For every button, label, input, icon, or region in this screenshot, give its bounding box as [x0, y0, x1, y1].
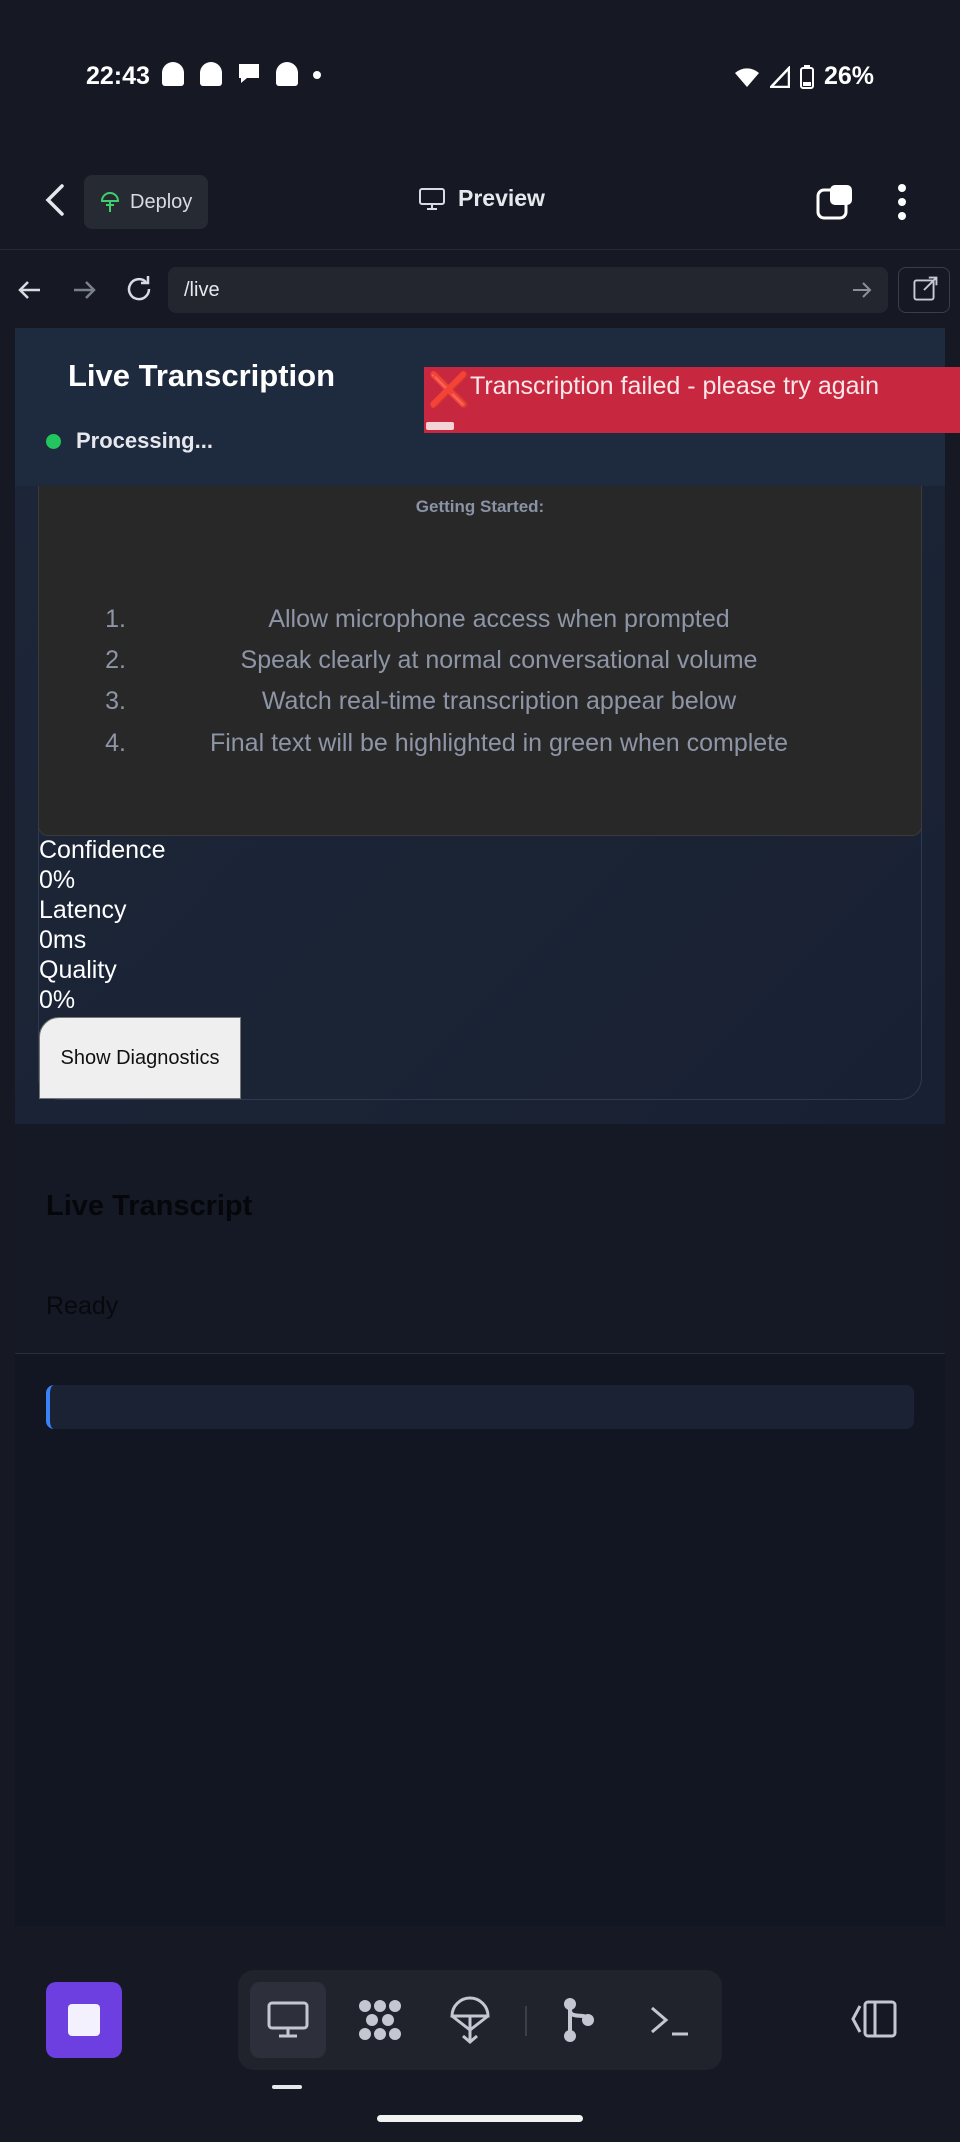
- deploy-tool[interactable]: [432, 1982, 508, 2058]
- step-text: Speak clearly at normal conversational v…: [240, 646, 758, 674]
- step-number: 4.: [105, 729, 126, 757]
- branch-icon: [564, 1998, 594, 2042]
- page-title: Live Transcription: [68, 358, 336, 393]
- monitor-icon: [267, 2001, 309, 2038]
- arrow-left-icon[interactable]: [14, 274, 46, 306]
- arrow-right-icon[interactable]: [68, 274, 100, 306]
- blobs-icon: [359, 2000, 401, 2040]
- more-options-icon[interactable]: [888, 180, 916, 224]
- transcript-section: [15, 1124, 945, 1354]
- workflow-tool[interactable]: [342, 1982, 418, 2058]
- deploy-icon: [100, 191, 120, 212]
- getting-started-heading: Getting Started:: [415, 497, 545, 516]
- step-number: 1.: [105, 605, 126, 633]
- toolbar-divider: [525, 2006, 527, 2036]
- step-number: 2.: [105, 646, 126, 674]
- step-text: Final text will be highlighted in green …: [209, 729, 789, 757]
- panel-toggle-icon[interactable]: [850, 1998, 898, 2040]
- transcript-title: Live Transcript: [46, 1190, 253, 1222]
- dot-icon: [312, 60, 322, 93]
- preview-label: Preview: [458, 185, 545, 211]
- status-indicator-dot: [46, 434, 61, 449]
- step-number: 3.: [105, 687, 126, 715]
- signal-icon: [769, 65, 790, 88]
- toast-progress-bar: [426, 422, 454, 430]
- parachute-icon: [450, 1996, 490, 2044]
- transcript-output: [46, 1385, 914, 1429]
- monitor-icon: [419, 187, 445, 210]
- confidence-label: Confidence: [39, 836, 166, 864]
- confidence-value: 0%: [39, 866, 76, 894]
- deploy-label: Deploy: [130, 190, 193, 213]
- latency-value: 0ms: [39, 926, 87, 954]
- quality-label: Quality: [39, 956, 117, 984]
- snapchat-icon: [160, 60, 186, 88]
- status-text: Processing...: [76, 428, 213, 453]
- home-indicator[interactable]: [377, 2115, 583, 2122]
- clock: 22:43: [86, 62, 150, 90]
- battery-level: 26%: [823, 62, 874, 90]
- wifi-icon: [734, 67, 759, 87]
- url-input[interactable]: /live: [168, 267, 888, 313]
- snapchat-icon: [274, 60, 300, 88]
- error-toast-message: Transcription failed - please try again: [470, 372, 879, 400]
- show-diagnostics-button[interactable]: Show Diagnostics: [39, 1017, 241, 1099]
- quality-value: 0%: [39, 986, 76, 1014]
- snapchat-icon: [198, 60, 224, 88]
- step-text: Allow microphone access when prompted: [268, 605, 730, 633]
- desktop-preview-tool[interactable]: [250, 1982, 326, 2058]
- tabs-icon[interactable]: [816, 184, 854, 220]
- preview-tab: Preview: [418, 185, 545, 212]
- error-x-icon: ❌: [428, 371, 471, 409]
- active-tool-indicator: [272, 2085, 302, 2089]
- open-external-icon[interactable]: [898, 267, 950, 313]
- deploy-button[interactable]: Deploy: [84, 175, 208, 229]
- step-text: Watch real-time transcription appear bel…: [261, 687, 737, 715]
- stop-button[interactable]: [46, 1982, 122, 2058]
- git-tool[interactable]: [540, 1982, 616, 2058]
- notification-icons: [160, 60, 322, 93]
- terminal-tool[interactable]: [632, 1982, 708, 2058]
- chat-icon: [236, 60, 262, 93]
- reload-icon[interactable]: [122, 272, 156, 306]
- latency-label: Latency: [39, 896, 127, 924]
- battery-icon: [799, 64, 814, 89]
- system-tray: 26%: [734, 62, 874, 91]
- chevron-left-icon[interactable]: [40, 180, 70, 220]
- transcript-status: Ready: [46, 1292, 119, 1320]
- terminal-icon: [651, 2006, 688, 2036]
- go-arrow-icon[interactable]: [850, 279, 874, 301]
